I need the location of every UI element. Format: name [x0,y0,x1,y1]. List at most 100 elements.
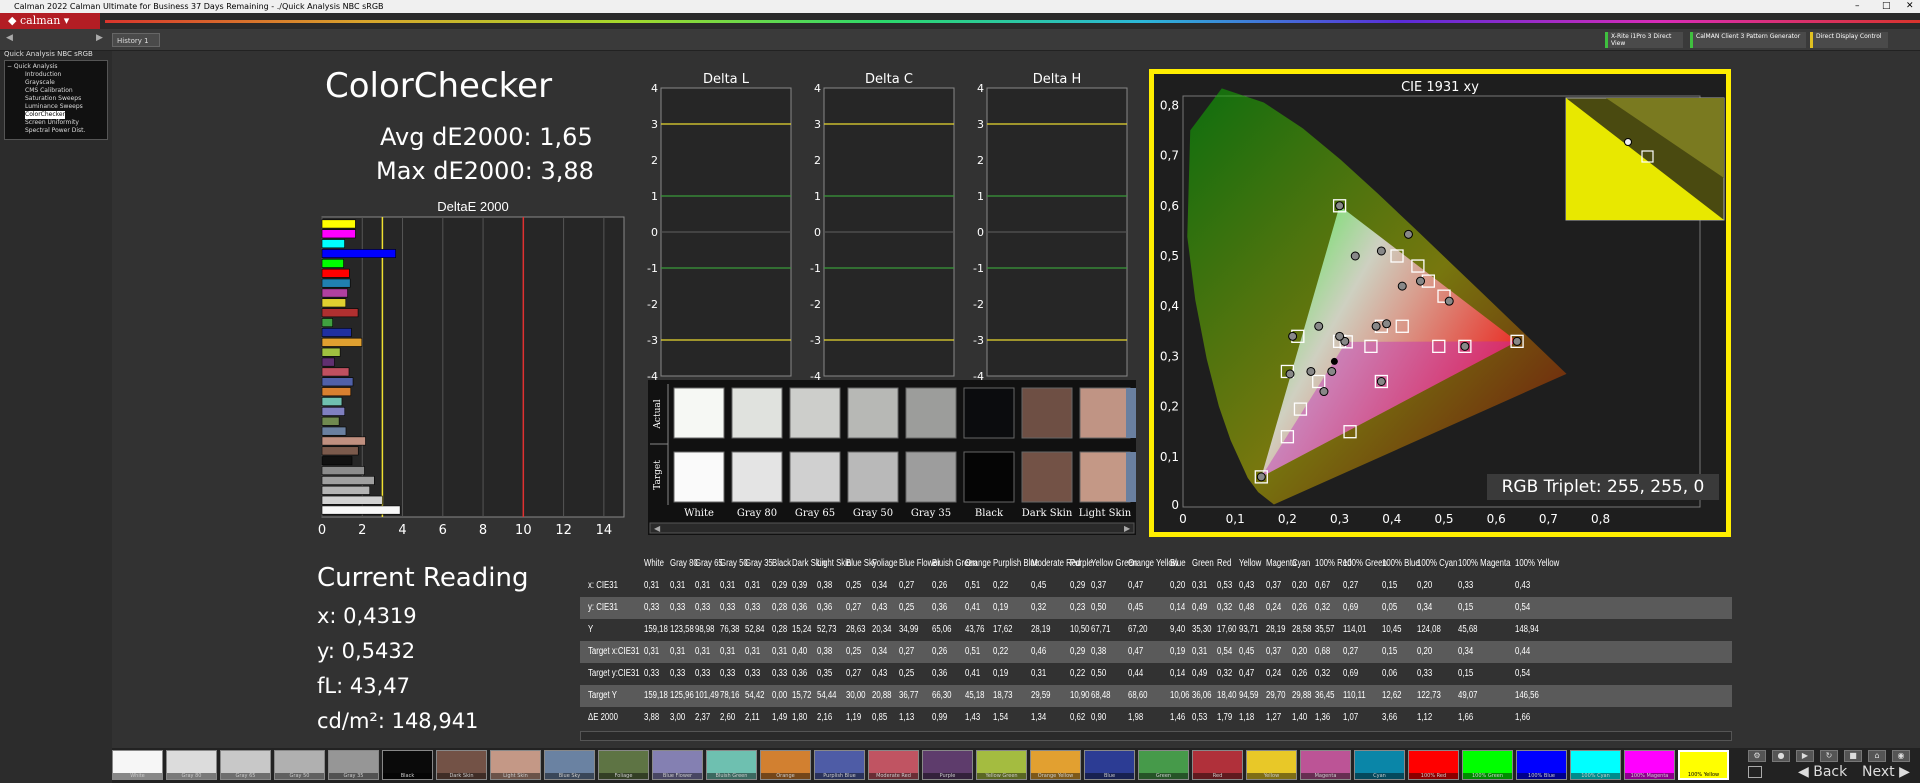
bottom-swatch-label: Purple [923,773,972,779]
meter-device-select[interactable]: X-Rite i1Pro 3 Direct View [1605,32,1683,48]
table-cell: 0,27 [846,602,862,613]
nav-item[interactable]: ColorChecker [7,111,105,119]
table-cell: 0,69 [1343,668,1359,679]
delta-tick-label: -2 [810,298,821,311]
table-cell: 20,34 [872,624,892,635]
bottom-swatch[interactable]: Yellow [1246,750,1297,780]
bottom-swatch[interactable]: Orange [760,750,811,780]
bottom-swatch[interactable]: White [112,750,163,780]
table-cell: 1,07 [1343,712,1359,723]
tab-history-1[interactable]: History 1 [112,33,160,47]
table-row-label: Target x:CIE31 [588,646,640,657]
settings-icon[interactable]: ⚙ [1748,750,1766,762]
nav-item[interactable]: Saturation Sweeps [7,95,105,103]
stop-button-icon[interactable] [1748,766,1762,778]
nav-item[interactable]: Introduction [7,71,105,79]
table-scrollbar[interactable] [580,731,1732,741]
nav-item[interactable]: Luminance Sweeps [7,103,105,111]
bottom-swatch[interactable]: Yellow Green [976,750,1027,780]
table-cell: 0,43 [1515,580,1531,591]
de-tick-label: 6 [439,523,447,537]
bottom-swatch[interactable]: Moderate Red [868,750,919,780]
nav-forward-arrow-icon[interactable]: ▶ [96,33,103,43]
table-cell: 0,31 [695,580,711,591]
bottom-swatch-label: 100% Blue [1517,773,1566,779]
bottom-swatch[interactable]: Blue Sky [544,750,595,780]
target-swatch [789,451,841,503]
pattern-generator-select[interactable]: CalMAN Client 3 Pattern Generator [1690,32,1806,48]
nav-item[interactable]: Screen Uniformity [7,119,105,127]
app-menu-button[interactable]: ◆ calman ▾ [0,13,100,29]
back-button[interactable]: ◀ Back [1798,764,1847,780]
nav-item-label: Luminance Sweeps [25,103,83,110]
bottom-swatch[interactable]: 100% Green [1462,750,1513,780]
bottom-swatch[interactable]: 100% Cyan [1570,750,1621,780]
delta-tick-label: -1 [647,262,658,275]
bottom-swatch[interactable]: Bluish Green [706,750,757,780]
table-cell: 0,26 [1292,668,1308,679]
bottom-swatch[interactable]: Dark Skin [436,750,487,780]
bottom-swatch[interactable]: Gray 50 [274,750,325,780]
bottom-swatch[interactable]: Blue [1084,750,1135,780]
bottom-swatch[interactable]: 100% Magenta [1624,750,1675,780]
bottom-swatch-label: Orange [761,773,810,779]
bottom-swatch[interactable]: Red [1192,750,1243,780]
table-cell: 0,31 [670,646,686,657]
table-cell: 29,88 [1292,690,1312,701]
record-icon[interactable]: ● [1772,750,1790,762]
bottom-swatch[interactable]: Blue Flower [652,750,703,780]
repeat-icon[interactable]: ↻ [1820,750,1838,762]
nav-back-arrow-icon[interactable]: ◀ [6,33,13,43]
bottom-swatch-label: Gray 80 [167,773,216,779]
next-button[interactable]: Next ▶ [1862,764,1910,780]
table-cell: 1,43 [965,712,981,723]
bottom-swatch[interactable]: Gray 35 [328,750,379,780]
display-control-select[interactable]: Direct Display Control [1810,32,1888,48]
table-cell: 0,33 [695,668,711,679]
table-cell: 0,25 [899,668,915,679]
bottom-swatch[interactable]: Cyan [1354,750,1405,780]
close-icon[interactable]: ✕ [1906,0,1914,13]
nav-item[interactable]: Spectral Power Dist. [7,127,105,135]
nav-item[interactable]: Grayscale [7,79,105,87]
bottom-swatch[interactable]: Gray 80 [166,750,217,780]
bottom-swatch[interactable]: Purplish Blue [814,750,865,780]
maximize-icon[interactable]: □ [1882,0,1891,13]
bottom-swatch[interactable]: Green [1138,750,1189,780]
bottom-swatch[interactable]: Orange Yellow [1030,750,1081,780]
next-label: Next [1862,764,1895,780]
camera-icon[interactable]: ◉ [1892,750,1910,762]
bottom-swatch[interactable]: Black [382,750,433,780]
nav-root[interactable]: − Quick Analysis [7,63,105,71]
table-cell: 0,36 [817,602,833,613]
actual-swatch [1021,387,1073,439]
cie-actual-marker [1460,341,1470,351]
bottom-swatch[interactable]: Light Skin [490,750,541,780]
de-bar [321,436,366,446]
bottom-swatch[interactable]: Magenta [1300,750,1351,780]
minimize-icon[interactable]: – [1855,0,1860,13]
bottom-swatch[interactable]: Gray 65 [220,750,271,780]
table-row-label: ΔE 2000 [588,712,618,723]
table-cell: 123,58 [670,624,694,635]
table-cell: 12,62 [1382,690,1402,701]
home-icon[interactable]: ⌂ [1868,750,1886,762]
bottom-swatch-label: 100% Red [1409,773,1458,779]
bottom-swatch[interactable]: 100% Yellow [1678,750,1729,780]
bottom-swatch[interactable]: 100% Red [1408,750,1459,780]
bottom-swatch[interactable]: 100% Blue [1516,750,1567,780]
table-cell: 45,68 [1458,624,1478,635]
table-cell: 0,36 [792,602,808,613]
table-cell: 3,66 [1382,712,1398,723]
cie-y-tick: 0,8 [1160,98,1179,112]
table-cell: 0,24 [1266,668,1282,679]
bottom-swatch[interactable]: Purple [922,750,973,780]
table-cell: 0,48 [1239,602,1255,613]
stop-icon[interactable]: ■ [1844,750,1862,762]
bottom-swatch[interactable]: Foliage [598,750,649,780]
swatch-name: Gray 50 [853,508,893,519]
cie-y-tick-zero: 0 [1171,498,1179,512]
table-column-header: Purple [1070,558,1093,569]
measure-icon[interactable]: ▶ [1796,750,1814,762]
nav-item[interactable]: CMS Calibration [7,87,105,95]
